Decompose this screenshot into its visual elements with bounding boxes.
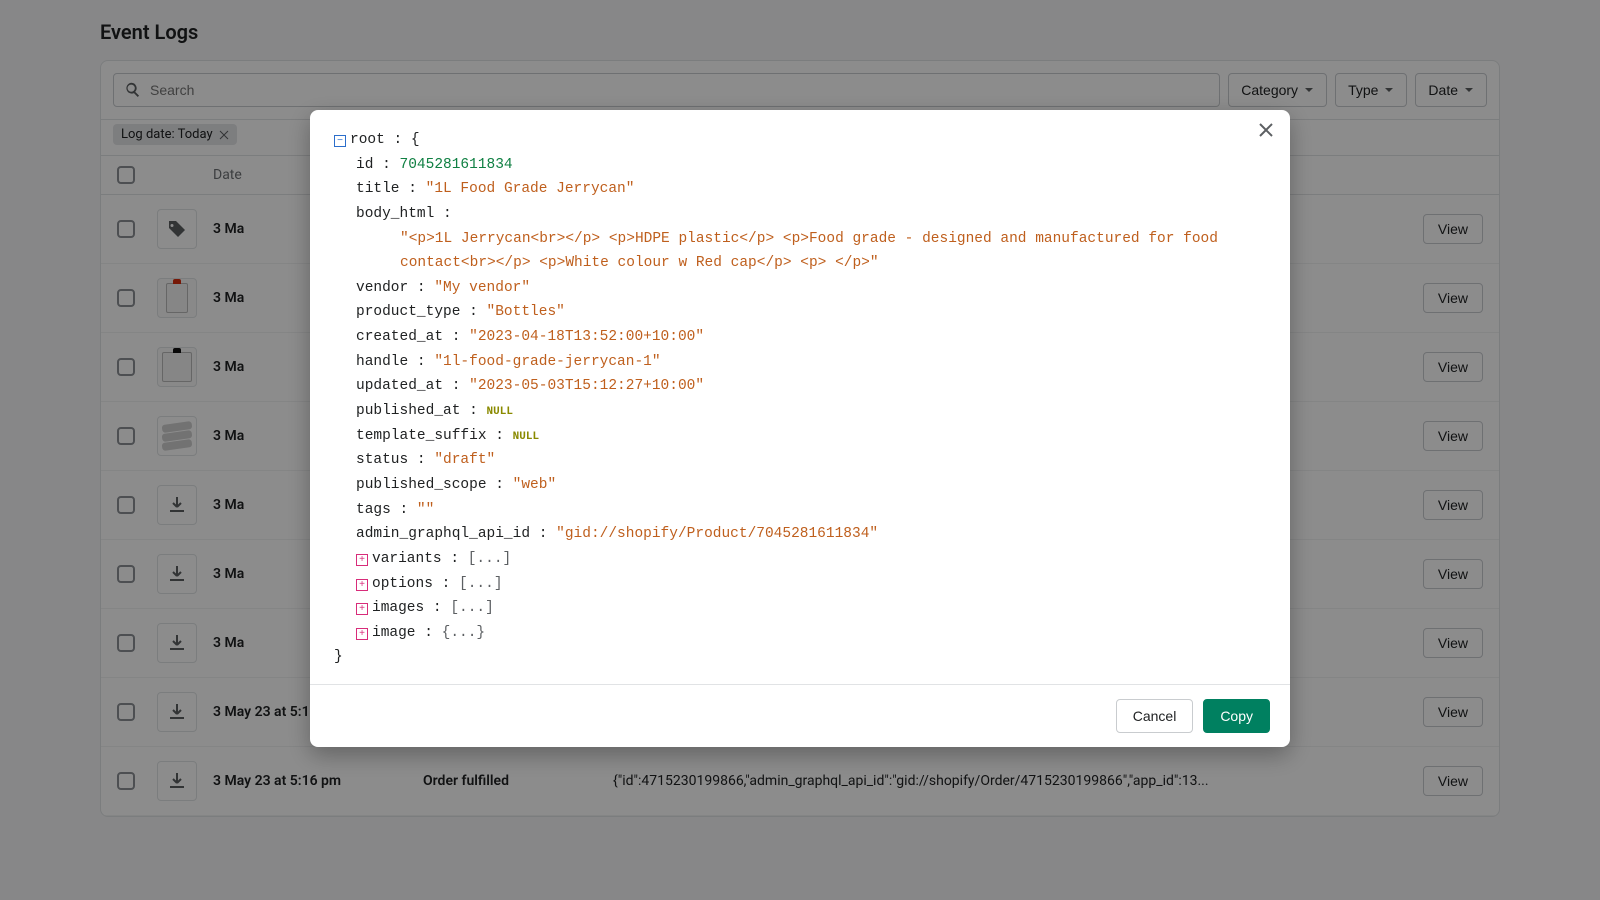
modal-overlay: −root : { id : 7045281611834 title : "1L…: [0, 0, 1600, 900]
expand-icon[interactable]: +: [356, 628, 368, 640]
expand-icon[interactable]: +: [356, 603, 368, 615]
json-modal: −root : { id : 7045281611834 title : "1L…: [310, 110, 1290, 747]
modal-footer: Cancel Copy: [310, 684, 1290, 747]
cancel-button[interactable]: Cancel: [1116, 699, 1194, 733]
expand-icon[interactable]: +: [356, 579, 368, 591]
close-icon: [1256, 120, 1276, 140]
modal-close-button[interactable]: [1256, 120, 1276, 144]
copy-button[interactable]: Copy: [1203, 699, 1270, 733]
json-viewer: −root : { id : 7045281611834 title : "1L…: [310, 110, 1290, 684]
collapse-icon[interactable]: −: [334, 135, 346, 147]
expand-icon[interactable]: +: [356, 554, 368, 566]
